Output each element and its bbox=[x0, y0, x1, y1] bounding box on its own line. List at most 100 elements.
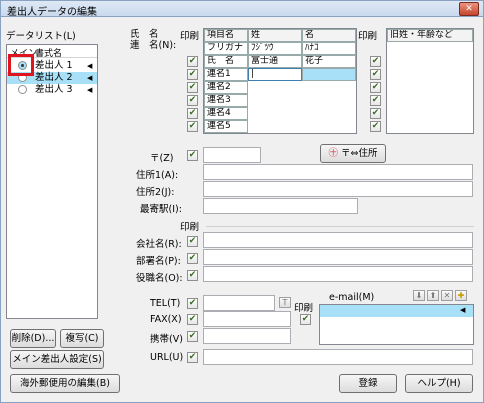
datalist-panel[interactable]: メイン 書式名 差出人 1 ◀ 差出人 2 ◀ 差出人 3 ◀ bbox=[6, 44, 98, 319]
zip-field[interactable] bbox=[203, 147, 261, 163]
overseas-edit-button[interactable]: 海外郵便用の編集(B) bbox=[10, 374, 120, 393]
name-table[interactable]: 項目名 姓 名 フリガナ ﾌｼﾞﾂｳ ﾊﾅｺ 氏 名 富士通 花子 連名1 | … bbox=[203, 28, 357, 134]
joint-name-label: 連 名(N): bbox=[130, 40, 177, 51]
col-last-header: 姓 bbox=[248, 29, 302, 42]
set-main-button[interactable]: メイン差出人設定(S) bbox=[10, 350, 104, 369]
scroll-left-icon[interactable]: ◀ bbox=[87, 84, 92, 96]
tel-field[interactable] bbox=[203, 295, 275, 311]
fax-print-checkbox[interactable]: ✔ bbox=[187, 314, 198, 325]
fax-label: FAX(X) bbox=[150, 314, 182, 325]
print-checkbox[interactable]: ✔ bbox=[187, 95, 198, 106]
datalist-item-name: 差出人 1 bbox=[35, 60, 73, 71]
row-last-editing[interactable]: | bbox=[248, 68, 302, 81]
print-old-checkbox[interactable]: ✔ bbox=[370, 95, 381, 106]
register-button[interactable]: 登録 bbox=[339, 374, 397, 393]
zip-button-label: 〒⇔住所 bbox=[341, 148, 378, 159]
company-label: 会社名(R): bbox=[136, 239, 182, 250]
company-field[interactable] bbox=[203, 232, 473, 248]
datalist-label: データリスト(L) bbox=[6, 31, 76, 42]
print-checkbox[interactable]: ✔ bbox=[187, 56, 198, 67]
print-checkbox[interactable]: ✔ bbox=[187, 108, 198, 119]
email-label: e-mail(M) bbox=[329, 292, 375, 303]
row-item: 連名2 bbox=[204, 81, 248, 94]
old-name-table[interactable]: 旧姓・年齢など bbox=[386, 28, 474, 134]
row-first[interactable]: ﾊﾅｺ bbox=[302, 42, 356, 55]
mobile-print-checkbox[interactable]: ✔ bbox=[187, 331, 198, 342]
add-icon[interactable]: ✚ bbox=[455, 290, 467, 301]
title-print-checkbox[interactable]: ✔ bbox=[187, 270, 198, 281]
row-last[interactable]: ﾌｼﾞﾂｳ bbox=[248, 42, 302, 55]
row-item: 連名3 bbox=[204, 94, 248, 107]
mobile-field[interactable] bbox=[203, 328, 291, 344]
print-checkbox[interactable]: ✔ bbox=[187, 69, 198, 80]
scroll-left-icon[interactable]: ◀ bbox=[460, 306, 465, 314]
main-radio-3[interactable] bbox=[18, 85, 27, 94]
print-old-checkbox[interactable]: ✔ bbox=[370, 56, 381, 67]
row-first[interactable]: 花子 bbox=[302, 55, 356, 68]
station-label: 最寄駅(I): bbox=[140, 204, 182, 215]
print-label: 印刷 bbox=[180, 31, 200, 42]
row-item: フリガナ bbox=[204, 42, 248, 55]
url-print-checkbox[interactable]: ✔ bbox=[187, 352, 198, 363]
col-item-header: 項目名 bbox=[204, 29, 248, 42]
delete-icon[interactable]: ✕ bbox=[441, 290, 453, 301]
station-field[interactable] bbox=[203, 198, 358, 214]
address2-field[interactable] bbox=[203, 181, 473, 197]
addr2-label: 住所2(J): bbox=[136, 187, 175, 198]
move-up-icon[interactable]: ⬆ bbox=[427, 290, 439, 301]
tel-print-checkbox[interactable]: ✔ bbox=[187, 298, 198, 309]
print-old-checkbox[interactable]: ✔ bbox=[370, 69, 381, 80]
print-old-checkbox[interactable]: ✔ bbox=[370, 108, 381, 119]
url-field[interactable] bbox=[203, 349, 473, 365]
move-down-icon[interactable]: ⬇ bbox=[413, 290, 425, 301]
close-button[interactable]: ✕ bbox=[459, 2, 479, 16]
zip-print-checkbox[interactable]: ✔ bbox=[187, 150, 198, 161]
row-item: 連名1 bbox=[204, 68, 248, 81]
print-old-checkbox[interactable]: ✔ bbox=[370, 82, 381, 93]
address1-field[interactable] bbox=[203, 164, 473, 180]
row-item: 氏 名 bbox=[204, 55, 248, 68]
tel-button[interactable]: T bbox=[279, 297, 291, 308]
job-title-field[interactable] bbox=[203, 266, 473, 282]
datalist-row-3[interactable]: 差出人 3 ◀ bbox=[7, 84, 97, 96]
print2-label: 印刷 bbox=[358, 31, 378, 42]
email-row-selected[interactable] bbox=[320, 305, 473, 317]
datalist-item-name: 差出人 2 bbox=[35, 72, 73, 83]
addr1-label: 住所1(A): bbox=[136, 170, 179, 181]
col-first-header: 名 bbox=[302, 29, 356, 42]
dept-field[interactable] bbox=[203, 249, 473, 265]
highlight-box bbox=[8, 54, 34, 76]
row-item: 連名5 bbox=[204, 120, 248, 133]
title-bar: 差出人データの編集 ✕ bbox=[0, 0, 484, 18]
help-button[interactable]: ヘルプ(H) bbox=[405, 374, 473, 393]
separator bbox=[206, 226, 474, 227]
mobile-label: 携帯(V) bbox=[150, 334, 183, 345]
scroll-left-icon[interactable]: ◀ bbox=[87, 60, 92, 72]
delete-button[interactable]: 削除(D)... bbox=[10, 329, 56, 348]
tel-label: TEL(T) bbox=[150, 298, 181, 309]
company-print-label: 印刷 bbox=[180, 222, 200, 233]
col-old-header: 旧姓・年齢など bbox=[387, 29, 473, 42]
email-print-label: 印刷 bbox=[294, 303, 314, 314]
zip-label: 〒(Z) bbox=[150, 153, 174, 164]
email-print-checkbox[interactable]: ✔ bbox=[300, 314, 311, 325]
print-checkbox[interactable]: ✔ bbox=[187, 82, 198, 93]
print-checkbox[interactable]: ✔ bbox=[187, 121, 198, 132]
row-item: 連名4 bbox=[204, 107, 248, 120]
print-old-checkbox[interactable]: ✔ bbox=[370, 121, 381, 132]
url-label: URL(U) bbox=[150, 352, 184, 363]
dept-label: 部署名(P): bbox=[136, 256, 181, 267]
fax-field[interactable] bbox=[203, 311, 291, 327]
scroll-left-icon[interactable]: ◀ bbox=[87, 72, 92, 84]
company-print-checkbox[interactable]: ✔ bbox=[187, 236, 198, 247]
row-last[interactable]: 富士通 bbox=[248, 55, 302, 68]
row-first[interactable] bbox=[302, 68, 356, 81]
email-list[interactable]: ◀ bbox=[319, 304, 474, 345]
col-name: 書式名 bbox=[35, 49, 63, 59]
datalist-item-name: 差出人 3 bbox=[35, 84, 73, 95]
dept-print-checkbox[interactable]: ✔ bbox=[187, 253, 198, 264]
window-title: 差出人データの編集 bbox=[7, 7, 97, 18]
post-icon: ㊉ bbox=[328, 148, 338, 159]
zip-address-button[interactable]: ㊉ 〒⇔住所 bbox=[320, 144, 386, 163]
copy-button[interactable]: 複写(C) bbox=[60, 329, 104, 348]
